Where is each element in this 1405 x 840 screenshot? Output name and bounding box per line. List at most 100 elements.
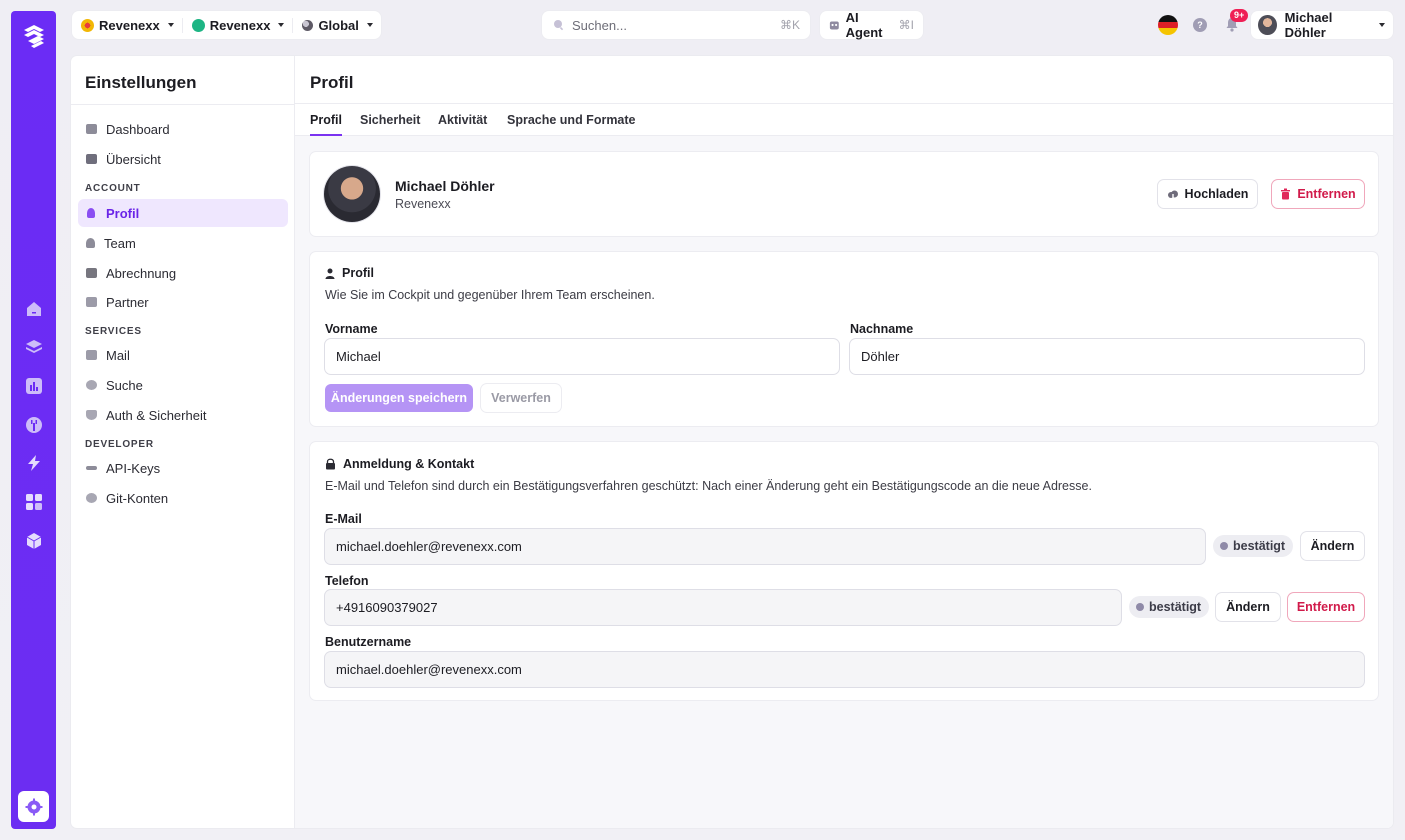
cube-icon[interactable] (24, 531, 43, 550)
workspace-switcher[interactable]: Revenexx (181, 17, 293, 33)
layers-icon[interactable] (24, 337, 43, 356)
apps-grid-icon[interactable] (24, 492, 43, 511)
remove-phone-button[interactable]: Entfernen (1288, 593, 1364, 621)
search-icon (554, 20, 564, 31)
tab-activity[interactable]: Aktivität (438, 113, 487, 127)
sidebar-item-partner[interactable]: Partner (78, 288, 288, 316)
email-label: E-Mail (325, 512, 362, 526)
sidebar-item-label: Übersicht (106, 151, 161, 167)
sidebar-item-profil[interactable]: Profil (78, 199, 288, 227)
workspace-status-dot-icon (191, 18, 205, 32)
home-icon[interactable] (24, 299, 43, 318)
change-email-button[interactable]: Ändern (1301, 532, 1364, 560)
profile-name: Michael Döhler (395, 178, 495, 194)
phone-verified-badge: bestätigt (1129, 596, 1210, 618)
sidebar-item-overview[interactable]: Übersicht (78, 145, 288, 173)
ai-agent-button[interactable]: AI Agent ⌘I (820, 10, 923, 40)
first-name-label: Vorname (325, 322, 378, 336)
remove-label: Entfernen (1297, 187, 1356, 201)
chevron-down-icon (278, 23, 285, 27)
save-changes-button[interactable]: Änderungen speichern (325, 384, 473, 412)
tenant-switcher[interactable]: Revenexx (81, 18, 182, 33)
chevron-down-icon (366, 23, 373, 27)
upload-label: Hochladen (1184, 187, 1249, 201)
profile-form-heading: Profil (325, 266, 374, 280)
analytics-icon[interactable] (24, 376, 43, 395)
content-header: Profil (295, 56, 1393, 104)
user-menu[interactable]: Michael Döhler (1251, 10, 1393, 40)
chevron-down-icon (167, 23, 174, 27)
username-label: Benutzername (325, 635, 412, 649)
remove-avatar-button[interactable]: Entfernen (1272, 180, 1364, 208)
team-icon (86, 238, 95, 248)
globe-icon (302, 19, 314, 31)
tab-security[interactable]: Sicherheit (360, 113, 420, 127)
phone-field[interactable]: +4916090379027 (325, 590, 1121, 625)
discard-button[interactable]: Verwerfen (481, 384, 561, 412)
phone-label: Telefon (325, 574, 369, 588)
sidebar-item-team[interactable]: Team (78, 229, 288, 257)
sidebar-item-label: Mail (106, 347, 130, 363)
billing-icon (86, 268, 97, 278)
tab-language-formats[interactable]: Sprache und Formate (507, 113, 636, 127)
settings-sidebar: Einstellungen Dashboard Übersicht ACCOUN… (71, 56, 295, 828)
avatar (1258, 15, 1277, 35)
mail-icon (86, 350, 97, 360)
sidebar-item-label: Dashboard (106, 121, 170, 137)
change-label: Ändern (1310, 539, 1355, 553)
sidebar-item-git-accounts[interactable]: Git-Konten (78, 484, 288, 512)
app-rail (11, 11, 56, 829)
shield-icon (86, 410, 97, 420)
lightning-icon[interactable] (24, 453, 43, 472)
git-icon (86, 493, 97, 503)
language-flag-de-icon[interactable] (1158, 15, 1178, 35)
email-value: michael.doehler@revenexx.com (336, 539, 522, 554)
last-name-field[interactable]: Döhler (850, 339, 1364, 374)
change-phone-button[interactable]: Ändern (1216, 593, 1280, 621)
first-name-value: Michael (336, 349, 381, 364)
tab-bar: Profil Sicherheit Aktivität Sprache und … (295, 104, 1393, 136)
divider (71, 104, 295, 105)
trash-icon (1281, 188, 1291, 200)
settings-gear-icon[interactable] (18, 791, 49, 822)
phone-value: +4916090379027 (336, 600, 438, 615)
sidebar-item-auth-security[interactable]: Auth & Sicherheit (78, 401, 288, 429)
sidebar-item-billing[interactable]: Abrechnung (78, 259, 288, 287)
partner-icon (86, 297, 97, 307)
sidebar-item-label: API-Keys (106, 460, 161, 476)
sidebar-item-mail[interactable]: Mail (78, 341, 288, 369)
context-switcher: Revenexx Revenexx Global (72, 11, 381, 39)
profile-form-description: Wie Sie im Cockpit und gegenüber Ihrem T… (325, 288, 655, 302)
sidebar-item-label: Suche (106, 377, 143, 393)
login-contact-card: Anmeldung & Kontakt E-Mail und Telefon s… (310, 442, 1378, 700)
global-search[interactable]: Suchen... ⌘K (542, 11, 810, 39)
discard-label: Verwerfen (491, 391, 551, 405)
region-switcher[interactable]: Global (292, 17, 373, 33)
upload-avatar-button[interactable]: Hochladen (1158, 180, 1257, 208)
last-name-label: Nachname (850, 322, 914, 336)
last-name-value: Döhler (861, 349, 900, 364)
login-contact-description: E-Mail und Telefon sind durch ein Bestät… (325, 479, 1092, 493)
login-contact-heading: Anmeldung & Kontakt (325, 457, 474, 471)
search-placeholder: Suchen... (572, 17, 627, 33)
brand-logo-icon[interactable] (20, 22, 48, 50)
email-field[interactable]: michael.doehler@revenexx.com (325, 529, 1205, 564)
sidebar-item-search[interactable]: Suche (78, 371, 288, 399)
status-label: bestätigt (1233, 539, 1286, 553)
email-verified-badge: bestätigt (1213, 535, 1294, 557)
help-icon[interactable]: ? (1193, 18, 1207, 32)
section-label-account: ACCOUNT (85, 183, 141, 194)
sidebar-item-dashboard[interactable]: Dashboard (78, 115, 288, 143)
sidebar-item-label: Git-Konten (106, 490, 169, 506)
sidebar-item-label: Profil (106, 205, 140, 221)
plug-icon[interactable] (24, 415, 43, 434)
sidebar-item-api-keys[interactable]: API-Keys (78, 454, 288, 482)
page-title: Profil (310, 73, 354, 92)
avatar (324, 166, 380, 222)
first-name-field[interactable]: Michael (325, 339, 839, 374)
sidebar-item-label: Auth & Sicherheit (106, 407, 207, 423)
profile-card: Michael Döhler Revenexx Hochladen Entfer… (310, 152, 1378, 236)
tab-profil[interactable]: Profil (310, 113, 342, 136)
username-field[interactable]: michael.doehler@revenexx.com (325, 652, 1364, 687)
tenant-label: Revenexx (99, 17, 160, 33)
